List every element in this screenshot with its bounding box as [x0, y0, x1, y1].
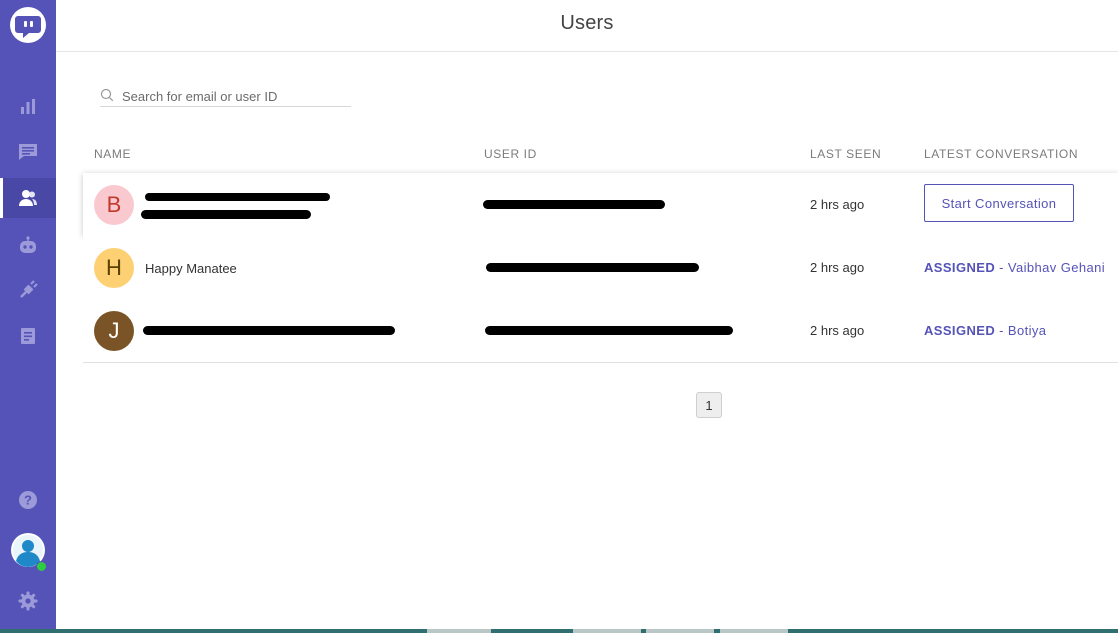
table-row[interactable]: B 2 hrs ago Start Conversation [83, 173, 1118, 236]
last-seen: 2 hrs ago [810, 260, 865, 275]
last-seen: 2 hrs ago [810, 197, 865, 212]
redacted-email [141, 210, 311, 219]
page-header: Users [56, 0, 1118, 52]
sidebar-item-conversations[interactable] [0, 132, 56, 172]
user-name: Happy Manatee [145, 261, 237, 276]
assigned-status: ASSIGNED [924, 323, 996, 338]
redacted-user-id [485, 326, 733, 335]
table-row[interactable]: J 2 hrs ago ASSIGNED - Botiya [83, 299, 1118, 363]
sidebar-item-users[interactable] [0, 178, 56, 218]
taskbar-item[interactable] [573, 629, 641, 633]
settings-button[interactable] [0, 581, 56, 621]
search-input[interactable] [122, 86, 347, 106]
column-header-last-seen: LAST SEEN [810, 147, 882, 161]
taskbar-strip [0, 629, 1118, 633]
taskbar-item[interactable] [427, 629, 491, 633]
sidebar: ? [0, 0, 56, 633]
sidebar-item-integrations[interactable] [0, 270, 56, 310]
taskbar-item[interactable] [646, 629, 714, 633]
pagination-page-button[interactable]: 1 [696, 392, 722, 418]
column-header-user-id: USER ID [484, 147, 537, 161]
reports-icon [21, 328, 35, 344]
conversations-icon [19, 144, 37, 160]
sidebar-item-bot[interactable] [0, 226, 56, 266]
assigned-agent: Botiya [1007, 323, 1047, 338]
assigned-status: ASSIGNED [924, 260, 996, 275]
sidebar-item-documents[interactable] [0, 316, 56, 356]
svg-text:?: ? [24, 493, 32, 508]
column-header-name: NAME [94, 147, 132, 161]
avatar: B [94, 185, 134, 225]
bar-chart-icon [21, 99, 35, 114]
redacted-user-id [483, 200, 665, 209]
profile-avatar[interactable] [10, 532, 47, 572]
search-icon [100, 88, 114, 102]
app-logo-icon[interactable] [10, 7, 46, 43]
avatar-initial: H [106, 255, 122, 280]
start-conversation-button[interactable]: Start Conversation [924, 184, 1074, 222]
search-bar [100, 86, 351, 107]
avatar: H [94, 248, 134, 288]
redacted-name [145, 193, 330, 201]
assigned-conversation-link[interactable]: ASSIGNED - Vaibhav Gehani [924, 260, 1105, 275]
redacted-name [143, 326, 395, 335]
table-row[interactable]: H Happy Manatee 2 hrs ago ASSIGNED - Vai… [83, 236, 1118, 300]
avatar-initial: J [108, 318, 120, 343]
users-icon [19, 190, 37, 206]
column-header-latest-conversation: LATEST CONVERSATION [924, 147, 1079, 161]
help-button[interactable]: ? [0, 480, 56, 520]
gear-icon [18, 591, 38, 611]
avatar: J [94, 311, 134, 351]
avatar-initial: B [106, 192, 122, 217]
assigned-conversation-link[interactable]: ASSIGNED - Botiya [924, 323, 1046, 338]
last-seen: 2 hrs ago [810, 323, 865, 338]
sidebar-item-reports-chart[interactable] [0, 87, 56, 127]
online-status-dot [36, 561, 47, 572]
redacted-user-id [486, 263, 699, 272]
assigned-agent: Vaibhav Gehani [1007, 260, 1106, 275]
taskbar-item[interactable] [720, 629, 788, 633]
integrations-icon [20, 280, 38, 298]
bot-icon [20, 236, 36, 253]
page-title: Users [560, 12, 614, 34]
help-icon: ? [19, 491, 37, 509]
